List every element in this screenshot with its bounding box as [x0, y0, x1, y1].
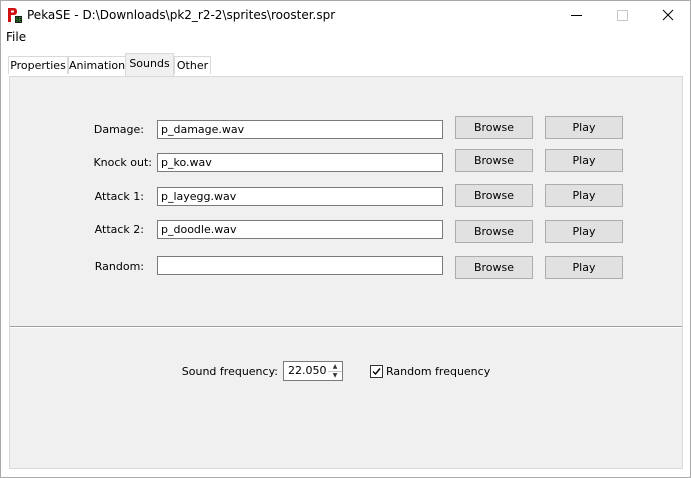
tab-strip: Properties Animation Sounds Other [1, 46, 690, 77]
main-window: SE PekaSE - D:\Downloads\pk2_r2-2\sprite… [0, 0, 691, 478]
svg-text:SE: SE [15, 18, 21, 24]
knock-out-play-button[interactable]: Play [545, 149, 623, 172]
attack-2-play-button[interactable]: Play [545, 220, 623, 243]
knock-out-label: Knock out: [93, 156, 152, 169]
attack-1-play-button[interactable]: Play [545, 184, 623, 207]
tab-animation[interactable]: Animation [68, 56, 126, 74]
random-browse-button[interactable]: Browse [455, 256, 533, 279]
random-play-button[interactable]: Play [545, 256, 623, 279]
sound-frequency-spinbox[interactable]: 22.050 ▲ ▼ [283, 361, 343, 381]
maximize-button[interactable] [599, 1, 645, 29]
knock-out-sound-field[interactable] [157, 153, 443, 172]
random-frequency-checkbox[interactable] [370, 365, 383, 378]
damage-play-button[interactable]: Play [545, 116, 623, 139]
title-bar[interactable]: SE PekaSE - D:\Downloads\pk2_r2-2\sprite… [1, 1, 690, 29]
attack-2-label: Attack 2: [94, 223, 144, 236]
damage-sound-field[interactable] [157, 120, 443, 139]
menu-file[interactable]: File [6, 30, 26, 44]
knock-out-browse-button[interactable]: Browse [455, 149, 533, 172]
attack-1-browse-button[interactable]: Browse [455, 184, 533, 207]
menu-bar: File [1, 29, 690, 46]
window-title: PekaSE - D:\Downloads\pk2_r2-2\sprites\r… [27, 8, 336, 22]
sound-frequency-value[interactable]: 22.050 [288, 364, 327, 377]
tab-other[interactable]: Other [174, 56, 211, 74]
random-sound-field[interactable] [157, 256, 443, 275]
checkmark-icon [372, 368, 381, 376]
sounds-panel: Damage: Browse Play Knock out: Browse Pl… [9, 76, 683, 469]
random-frequency-label[interactable]: Random frequency [386, 365, 490, 378]
attack-1-label: Attack 1: [94, 190, 144, 203]
app-icon: SE [6, 7, 22, 23]
close-icon [662, 9, 674, 21]
random-label: Random: [94, 260, 144, 273]
maximize-icon [617, 10, 628, 21]
tab-sounds[interactable]: Sounds [125, 53, 174, 76]
tab-properties[interactable]: Properties [8, 56, 68, 74]
minimize-icon [571, 15, 582, 16]
minimize-button[interactable] [553, 1, 599, 29]
attack-2-browse-button[interactable]: Browse [455, 220, 533, 243]
damage-browse-button[interactable]: Browse [455, 116, 533, 139]
damage-label: Damage: [93, 123, 144, 136]
close-button[interactable] [645, 1, 691, 29]
attack-1-sound-field[interactable] [157, 187, 443, 206]
section-divider [10, 326, 682, 328]
spin-down-arrow-icon[interactable]: ▼ [328, 371, 342, 380]
sound-frequency-label: Sound frequency: [181, 365, 278, 378]
attack-2-sound-field[interactable] [157, 220, 443, 239]
